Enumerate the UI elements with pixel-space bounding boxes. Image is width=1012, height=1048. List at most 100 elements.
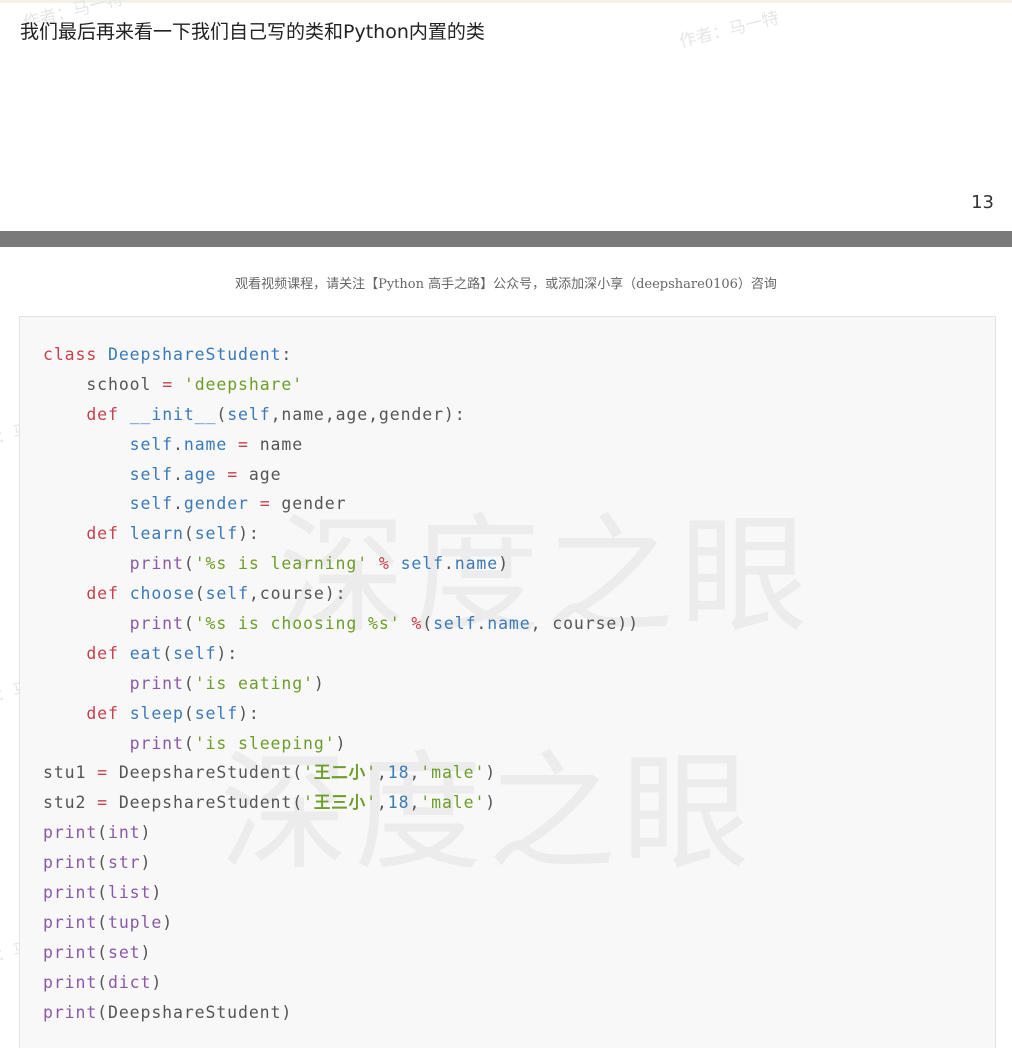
code-line: def __init__(self,name,age,gender): (43, 400, 639, 430)
code-token-plain: DeepshareStudent( (108, 793, 304, 813)
code-token-builtin: list (108, 883, 152, 903)
slide-heading: 我们最后再来看一下我们自己写的类和Python内置的类 (20, 21, 485, 43)
code-line: self.gender = gender (43, 489, 639, 519)
code-line: print('is sleeping') (43, 729, 639, 759)
code-token-plain: stu2 (43, 793, 98, 813)
code-token-plain: ) (498, 554, 509, 574)
code-token-builtin: print (43, 853, 98, 873)
page-divider (0, 231, 1012, 247)
code-token-plain: stu1 (43, 763, 98, 783)
code-token-str: 'is eating' (194, 673, 314, 693)
code-token-self: self (227, 404, 271, 424)
code-token-plain: ( (162, 643, 174, 663)
code-line: print(DeepshareStudent) (43, 998, 639, 1028)
code-token-self: self (205, 584, 249, 604)
code-token-plain: ) (485, 763, 497, 783)
code-token-plain: age (238, 464, 282, 484)
code-token-str: '%s is learning' (194, 554, 369, 574)
code-token-self: self (129, 464, 174, 484)
code-token-builtin: int (108, 823, 141, 843)
code-token-plain: name (248, 434, 304, 454)
code-token-op: = (238, 434, 249, 454)
code-block: 深度之眼 深度之眼 class DeepshareStudent: school… (19, 316, 996, 1048)
code-token-self: self (194, 703, 239, 723)
code-token-builtin: print (43, 972, 98, 992)
code-token-plain: ) (151, 883, 163, 903)
code-token-plain: ): (216, 643, 239, 663)
code-token-plain: ): (238, 703, 260, 723)
code-line: stu1 = DeepshareStudent('王二小',18,'male') (43, 758, 639, 788)
code-token-plain: ( (97, 972, 109, 992)
code-line: def choose(self,course): (43, 579, 639, 609)
code-token-def: def (86, 524, 119, 544)
code-token-plain: ( (183, 673, 195, 693)
code-line: self.age = age (43, 460, 639, 490)
code-token-fn: __init__ (129, 404, 217, 424)
code-token-plain: ( (183, 524, 195, 544)
code-token-builtin: print (43, 883, 98, 903)
code-token-plain: , (409, 793, 421, 813)
code-token-plain: ) (151, 972, 163, 992)
code-token-plain: ): (238, 524, 260, 544)
code-line: print(str) (43, 848, 639, 878)
code-token-plain: ( (97, 823, 109, 843)
code-token-builtin: str (108, 853, 141, 873)
code-token-kw: class (43, 345, 98, 364)
code-token-self: self (129, 494, 174, 514)
code-line: school = 'deepshare' (43, 370, 639, 400)
code-token-op: % (411, 614, 423, 634)
code-token-fn: eat (129, 643, 163, 663)
code-line: print(list) (43, 878, 639, 908)
code-line: print('%s is choosing %s' %(self.name, c… (43, 609, 639, 639)
code-token-self: self (194, 524, 239, 544)
code-line: print('%s is learning' % self.name) (43, 549, 639, 579)
code-line: def learn(self): (43, 519, 639, 549)
code-token-plain: ) (140, 823, 152, 843)
code-token-plain: gender (270, 494, 347, 514)
code-token-plain: ) (313, 673, 325, 693)
code-token-builtin: print (129, 614, 184, 634)
code-token-str: 'is sleeping' (194, 733, 336, 753)
code-line: stu2 = DeepshareStudent('王三小',18,'male') (43, 788, 639, 818)
code-token-attr: name (487, 614, 531, 634)
code-token-plain: , course)) (530, 614, 639, 634)
code-token-fn: DeepshareStudent (108, 345, 282, 364)
code-token-plain: (DeepshareStudent) (97, 1002, 293, 1022)
code-token-self: self (173, 643, 217, 663)
code-token-def: def (86, 643, 119, 663)
code-token-def: def (86, 404, 119, 424)
code-token-builtin: print (129, 673, 184, 693)
code-token-plain: ( (194, 584, 206, 604)
code-token-str: ' (303, 763, 314, 783)
code-token-plain: ( (97, 912, 109, 932)
code-token-attr: name (183, 434, 228, 454)
code-token-builtin: print (129, 554, 184, 574)
code-token-plain: ( (183, 554, 195, 574)
code-token-attr: name (454, 554, 499, 574)
code-token-plain: ) (162, 912, 174, 932)
author-watermark: 作者：马一特 (677, 8, 782, 53)
code-token-num: 18 (387, 793, 410, 813)
code-token-builtin: print (43, 823, 98, 843)
code-token-plain: ( (183, 733, 195, 753)
code-token-plain: . (476, 614, 488, 634)
code-token-def: def (86, 703, 119, 723)
